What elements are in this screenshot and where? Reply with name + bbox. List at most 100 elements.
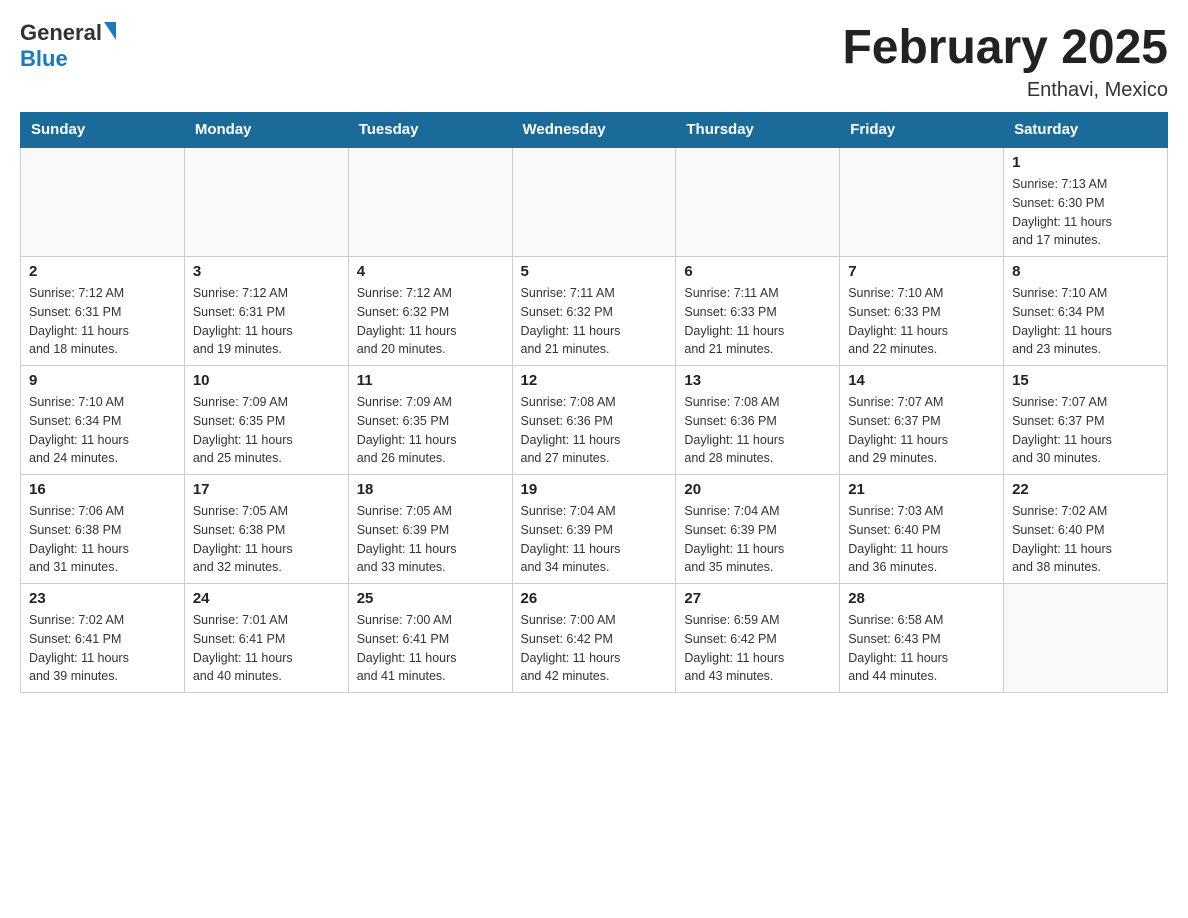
day-number: 21 <box>848 481 995 498</box>
day-info: Sunrise: 7:00 AM Sunset: 6:42 PM Dayligh… <box>521 611 668 686</box>
month-title: February 2025 <box>842 20 1168 75</box>
day-info: Sunrise: 7:08 AM Sunset: 6:36 PM Dayligh… <box>684 393 831 468</box>
calendar-cell: 3 Sunrise: 7:12 AM Sunset: 6:31 PM Daylig… <box>184 257 348 366</box>
weekday-header-monday: Monday <box>184 113 348 148</box>
weekday-header-friday: Friday <box>840 113 1004 148</box>
day-number: 19 <box>521 481 668 498</box>
day-number: 26 <box>521 590 668 607</box>
day-info: Sunrise: 7:12 AM Sunset: 6:31 PM Dayligh… <box>193 284 340 359</box>
calendar-cell: 11Sunrise: 7:09 AM Sunset: 6:35 PM Dayli… <box>348 366 512 475</box>
calendar-cell: 7 Sunrise: 7:10 AM Sunset: 6:33 PM Daylig… <box>840 257 1004 366</box>
day-number: 8 <box>1012 263 1159 280</box>
day-number: 16 <box>29 481 176 498</box>
calendar-week-row: 2Sunrise: 7:12 AM Sunset: 6:31 PM Daylig… <box>21 257 1168 366</box>
day-info: Sunrise: 7:11 AM Sunset: 6:32 PM Dayligh… <box>521 284 668 359</box>
day-info: Sunrise: 7:05 AM Sunset: 6:38 PM Dayligh… <box>193 502 340 577</box>
day-number: 10 <box>193 372 340 389</box>
calendar-cell <box>348 147 512 257</box>
calendar-cell: 27 Sunrise: 6:59 AM Sunset: 6:42 PM Dayli… <box>676 584 840 693</box>
calendar-week-row: 23 Sunrise: 7:02 AM Sunset: 6:41 PM Dayli… <box>21 584 1168 693</box>
day-info: Sunrise: 6:59 AM Sunset: 6:42 PM Dayligh… <box>684 611 831 686</box>
day-info: Sunrise: 7:00 AM Sunset: 6:41 PM Dayligh… <box>357 611 504 686</box>
weekday-header-sunday: Sunday <box>21 113 185 148</box>
calendar-cell: 25 Sunrise: 7:00 AM Sunset: 6:41 PM Dayli… <box>348 584 512 693</box>
day-info: Sunrise: 7:06 AM Sunset: 6:38 PM Dayligh… <box>29 502 176 577</box>
day-number: 15 <box>1012 372 1159 389</box>
day-info: Sunrise: 7:10 AM Sunset: 6:34 PM Dayligh… <box>29 393 176 468</box>
day-number: 22 <box>1012 481 1159 498</box>
calendar-cell <box>512 147 676 257</box>
day-info: Sunrise: 7:12 AM Sunset: 6:31 PM Dayligh… <box>29 284 176 359</box>
calendar-cell: 13Sunrise: 7:08 AM Sunset: 6:36 PM Dayli… <box>676 366 840 475</box>
day-info: Sunrise: 7:09 AM Sunset: 6:35 PM Dayligh… <box>193 393 340 468</box>
calendar-table: SundayMondayTuesdayWednesdayThursdayFrid… <box>20 112 1168 693</box>
weekday-header-saturday: Saturday <box>1004 113 1168 148</box>
day-number: 3 <box>193 263 340 280</box>
day-number: 12 <box>521 372 668 389</box>
day-info: Sunrise: 7:10 AM Sunset: 6:34 PM Dayligh… <box>1012 284 1159 359</box>
calendar-cell: 6Sunrise: 7:11 AM Sunset: 6:33 PM Daylig… <box>676 257 840 366</box>
day-number: 1 <box>1012 154 1159 171</box>
day-info: Sunrise: 7:01 AM Sunset: 6:41 PM Dayligh… <box>193 611 340 686</box>
day-number: 23 <box>29 590 176 607</box>
day-info: Sunrise: 7:12 AM Sunset: 6:32 PM Dayligh… <box>357 284 504 359</box>
day-number: 14 <box>848 372 995 389</box>
day-number: 11 <box>357 372 504 389</box>
day-info: Sunrise: 7:02 AM Sunset: 6:41 PM Dayligh… <box>29 611 176 686</box>
calendar-cell: 2Sunrise: 7:12 AM Sunset: 6:31 PM Daylig… <box>21 257 185 366</box>
weekday-header-tuesday: Tuesday <box>348 113 512 148</box>
day-info: Sunrise: 7:04 AM Sunset: 6:39 PM Dayligh… <box>684 502 831 577</box>
calendar-week-row: 9 Sunrise: 7:10 AM Sunset: 6:34 PM Daylig… <box>21 366 1168 475</box>
weekday-header-thursday: Thursday <box>676 113 840 148</box>
calendar-cell: 24Sunrise: 7:01 AM Sunset: 6:41 PM Dayli… <box>184 584 348 693</box>
day-number: 17 <box>193 481 340 498</box>
weekday-header-row: SundayMondayTuesdayWednesdayThursdayFrid… <box>21 113 1168 148</box>
calendar-week-row: 1Sunrise: 7:13 AM Sunset: 6:30 PM Daylig… <box>21 147 1168 257</box>
day-info: Sunrise: 7:05 AM Sunset: 6:39 PM Dayligh… <box>357 502 504 577</box>
calendar-cell: 21 Sunrise: 7:03 AM Sunset: 6:40 PM Dayli… <box>840 475 1004 584</box>
calendar-cell: 9 Sunrise: 7:10 AM Sunset: 6:34 PM Daylig… <box>21 366 185 475</box>
day-number: 9 <box>29 372 176 389</box>
day-number: 4 <box>357 263 504 280</box>
day-number: 6 <box>684 263 831 280</box>
day-number: 28 <box>848 590 995 607</box>
logo-blue-text: Blue <box>20 46 116 72</box>
calendar-cell: 19Sunrise: 7:04 AM Sunset: 6:39 PM Dayli… <box>512 475 676 584</box>
calendar-cell: 12 Sunrise: 7:08 AM Sunset: 6:36 PM Dayli… <box>512 366 676 475</box>
logo: General Blue <box>20 20 116 72</box>
calendar-cell <box>21 147 185 257</box>
day-number: 20 <box>684 481 831 498</box>
calendar-header: SundayMondayTuesdayWednesdayThursdayFrid… <box>21 113 1168 148</box>
calendar-body: 1Sunrise: 7:13 AM Sunset: 6:30 PM Daylig… <box>21 147 1168 693</box>
logo-general-text: General <box>20 20 102 46</box>
calendar-cell <box>184 147 348 257</box>
day-info: Sunrise: 7:07 AM Sunset: 6:37 PM Dayligh… <box>1012 393 1159 468</box>
calendar-cell: 15 Sunrise: 7:07 AM Sunset: 6:37 PM Dayli… <box>1004 366 1168 475</box>
calendar-cell: 14Sunrise: 7:07 AM Sunset: 6:37 PM Dayli… <box>840 366 1004 475</box>
day-number: 5 <box>521 263 668 280</box>
calendar-cell: 16 Sunrise: 7:06 AM Sunset: 6:38 PM Dayli… <box>21 475 185 584</box>
day-number: 7 <box>848 263 995 280</box>
day-number: 27 <box>684 590 831 607</box>
calendar-cell: 22Sunrise: 7:02 AM Sunset: 6:40 PM Dayli… <box>1004 475 1168 584</box>
calendar-cell <box>840 147 1004 257</box>
calendar-cell: 26 Sunrise: 7:00 AM Sunset: 6:42 PM Dayli… <box>512 584 676 693</box>
calendar-week-row: 16 Sunrise: 7:06 AM Sunset: 6:38 PM Dayli… <box>21 475 1168 584</box>
calendar-cell: 1Sunrise: 7:13 AM Sunset: 6:30 PM Daylig… <box>1004 147 1168 257</box>
day-number: 25 <box>357 590 504 607</box>
day-info: Sunrise: 7:03 AM Sunset: 6:40 PM Dayligh… <box>848 502 995 577</box>
day-info: Sunrise: 7:10 AM Sunset: 6:33 PM Dayligh… <box>848 284 995 359</box>
calendar-cell: 28 Sunrise: 6:58 AM Sunset: 6:43 PM Dayli… <box>840 584 1004 693</box>
day-info: Sunrise: 6:58 AM Sunset: 6:43 PM Dayligh… <box>848 611 995 686</box>
calendar-cell: 4 Sunrise: 7:12 AM Sunset: 6:32 PM Daylig… <box>348 257 512 366</box>
weekday-header-wednesday: Wednesday <box>512 113 676 148</box>
calendar-cell: 10 Sunrise: 7:09 AM Sunset: 6:35 PM Dayli… <box>184 366 348 475</box>
calendar-cell: 17 Sunrise: 7:05 AM Sunset: 6:38 PM Dayli… <box>184 475 348 584</box>
location-title: Enthavi, Mexico <box>842 79 1168 102</box>
calendar-cell: 20 Sunrise: 7:04 AM Sunset: 6:39 PM Dayli… <box>676 475 840 584</box>
title-block: February 2025 Enthavi, Mexico <box>842 20 1168 102</box>
day-info: Sunrise: 7:08 AM Sunset: 6:36 PM Dayligh… <box>521 393 668 468</box>
calendar-cell <box>1004 584 1168 693</box>
day-number: 18 <box>357 481 504 498</box>
calendar-cell: 8 Sunrise: 7:10 AM Sunset: 6:34 PM Daylig… <box>1004 257 1168 366</box>
